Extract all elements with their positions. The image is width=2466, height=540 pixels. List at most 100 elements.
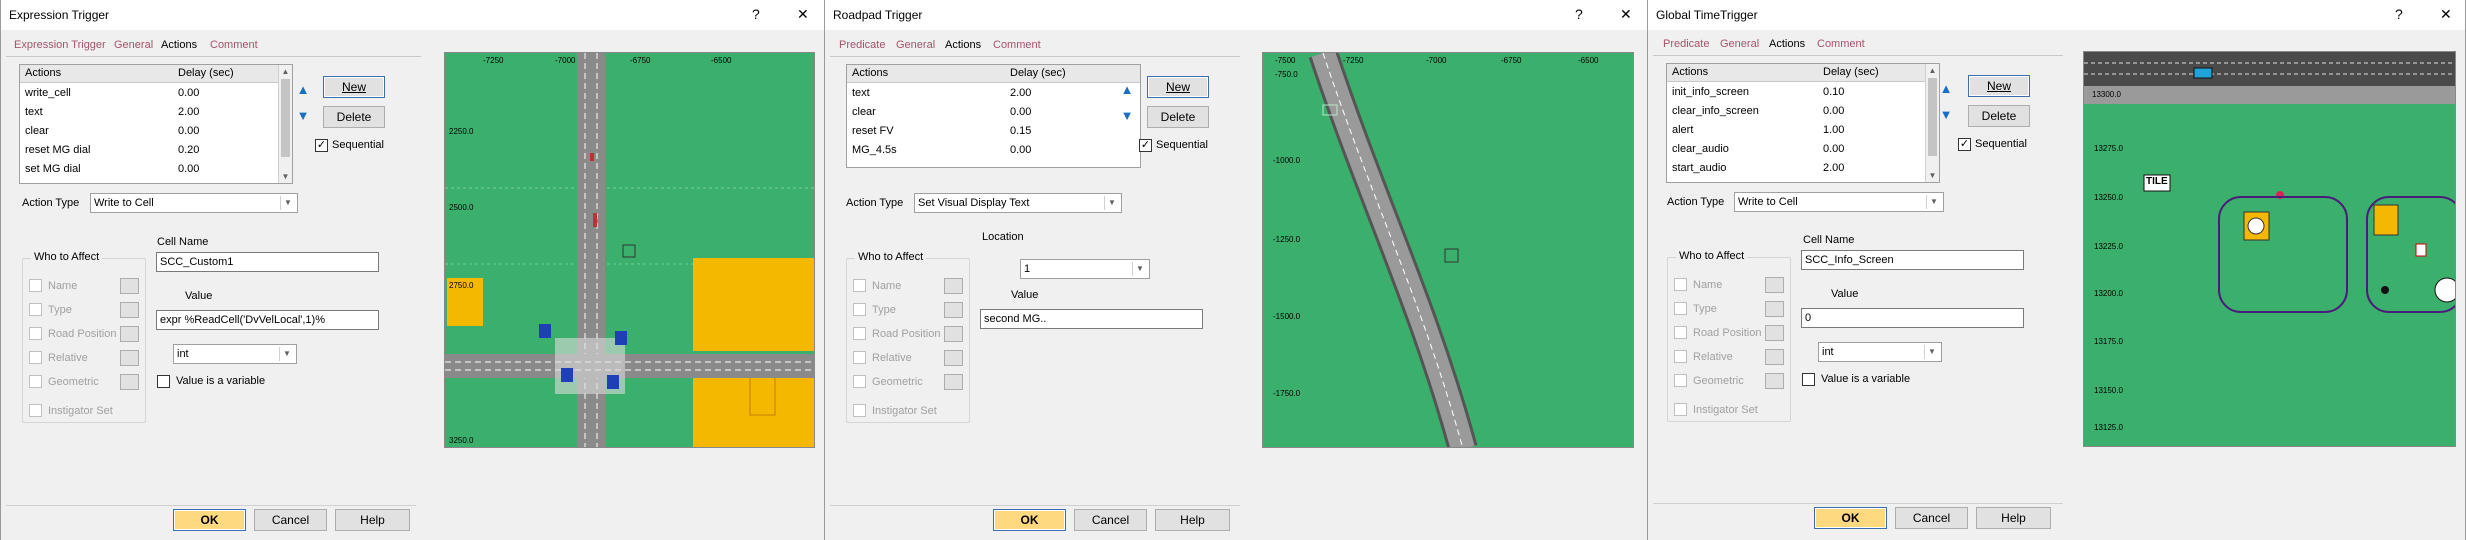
tab-actions[interactable]: Actions [161,39,197,51]
actions-grid[interactable]: Actions Delay (sec) write_cell 0.00 text 2… [19,64,293,184]
scroll-up-icon[interactable]: ▲ [1926,66,1939,75]
tab-actions[interactable]: Actions [945,39,981,51]
actions-grid[interactable]: Actions Delay (sec) text 2.00 clear 0.00 r… [846,64,1141,168]
move-down-arrow-icon[interactable]: ▼ [1117,106,1137,126]
new-button[interactable]: New [1968,75,2030,97]
action-type-select[interactable]: Write to Cell ▼ [1734,192,1944,212]
close-button[interactable]: ✕ [1620,6,1632,23]
tab-general[interactable]: General [1720,38,1759,50]
title-bar: Global TimeTrigger ? ✕ [1648,0,2465,30]
tab-comment[interactable]: Comment [210,39,258,51]
table-row[interactable]: text 2.00 [20,103,278,122]
chevron-down-icon[interactable]: ▼ [1104,196,1119,210]
close-button[interactable]: ✕ [2440,6,2452,23]
action-type-select[interactable]: Write to Cell ▼ [90,193,298,213]
vertical-scrollbar[interactable]: ▲ ▼ [278,65,292,183]
table-row[interactable]: clear_info_screen 0.00 [1667,102,1925,121]
location-select[interactable]: 1 ▼ [1020,259,1150,279]
sequential-checkbox[interactable]: ✓ [315,139,328,152]
help-title-button[interactable]: ? [752,6,760,22]
tab-predicate[interactable]: Predicate [839,39,885,51]
table-row[interactable]: clear 0.00 [847,103,1140,122]
table-row[interactable]: write_cell 0.00 [20,84,278,103]
table-row[interactable]: text 2.00 [847,84,1140,103]
move-up-arrow-icon[interactable]: ▲ [293,80,313,100]
chevron-down-icon[interactable]: ▼ [1924,345,1939,359]
tab-actions[interactable]: Actions [1769,38,1805,50]
scroll-thumb[interactable] [281,79,290,157]
scroll-down-icon[interactable]: ▼ [279,172,292,181]
actions-grid[interactable]: Actions Delay (sec) init_info_screen 0.10… [1666,63,1940,183]
table-row[interactable]: clear_audio 0.00 [1667,140,1925,159]
scroll-down-icon[interactable]: ▼ [1926,171,1939,180]
help-title-button[interactable]: ? [1575,6,1583,22]
close-button[interactable]: ✕ [797,6,809,23]
table-row[interactable]: init_info_screen 0.10 [1667,83,1925,102]
road-position-checkbox [29,327,42,340]
ok-button[interactable]: OK [173,509,246,531]
value-input[interactable]: 0 [1801,308,2024,328]
value-is-variable-checkbox[interactable] [1802,373,1815,386]
chevron-down-icon[interactable]: ▼ [1132,262,1147,276]
scene-map-view[interactable]: TILE 13300.0 13275.0 13250.0 13225.0 132… [2083,51,2456,447]
col-actions-header[interactable]: Actions [1672,66,1708,78]
cell-name-label: Cell Name [1803,234,1855,246]
chevron-down-icon[interactable]: ▼ [280,196,295,210]
ok-button[interactable]: OK [993,509,1066,531]
table-row[interactable]: reset FV 0.15 [847,122,1140,141]
help-button[interactable]: Help [335,509,410,531]
marker-dot [2381,286,2389,294]
move-down-arrow-icon[interactable]: ▼ [293,106,313,126]
tab-general[interactable]: General [896,39,935,51]
cell-name-input[interactable]: SCC_Info_Screen [1801,250,2024,270]
cancel-label: Cancel [271,513,310,527]
sequential-checkbox[interactable]: ✓ [1139,139,1152,152]
table-row[interactable]: set MG dial 0.00 [20,160,278,179]
new-button[interactable]: New [323,76,385,98]
col-delay-header[interactable]: Delay (sec) [1010,67,1066,79]
delete-button[interactable]: Delete [1968,105,2030,127]
tab-general[interactable]: General [114,39,153,51]
cancel-button[interactable]: Cancel [1895,507,1968,529]
road-map-view[interactable]: -7250 -7000 -6750 -6500 2250.0 2500.0 27… [444,52,815,448]
tab-comment[interactable]: Comment [993,39,1041,51]
value-is-variable-checkbox[interactable] [157,375,170,388]
table-row[interactable]: reset MG dial 0.20 [20,141,278,160]
sequential-checkbox[interactable]: ✓ [1958,138,1971,151]
col-actions-header[interactable]: Actions [852,67,888,79]
road-map-view[interactable]: -7500 -7250 -7000 -6750 -6500 -750.0 -10… [1262,52,1634,448]
col-delay-header[interactable]: Delay (sec) [1823,66,1879,78]
new-button[interactable]: New [1147,76,1209,98]
table-row[interactable]: start_audio 2.00 [1667,159,1925,178]
value-input[interactable]: second MG.. [980,309,1203,329]
cancel-button[interactable]: Cancel [1074,509,1147,531]
col-actions-header[interactable]: Actions [25,67,61,79]
tab-predicate[interactable]: Predicate [1663,38,1709,50]
value-type-select[interactable]: int ▼ [1818,342,1942,362]
delete-button[interactable]: Delete [323,106,385,128]
delete-button[interactable]: Delete [1147,106,1209,128]
value-type-select[interactable]: int ▼ [173,344,297,364]
cancel-button[interactable]: Cancel [254,509,327,531]
move-up-arrow-icon[interactable]: ▲ [1936,79,1956,99]
move-down-arrow-icon[interactable]: ▼ [1936,105,1956,125]
ok-button[interactable]: OK [1814,507,1887,529]
help-button[interactable]: Help [1976,507,2051,529]
move-up-arrow-icon[interactable]: ▲ [1117,80,1137,100]
help-title-button[interactable]: ? [2395,6,2403,22]
col-delay-header[interactable]: Delay (sec) [178,67,234,79]
scroll-up-icon[interactable]: ▲ [279,67,292,76]
chevron-down-icon[interactable]: ▼ [1926,195,1941,209]
road-position-checkbox [853,327,866,340]
cell-name-input[interactable]: SCC_Custom1 [156,252,379,272]
table-row[interactable]: clear 0.00 [20,122,278,141]
tab-comment[interactable]: Comment [1817,38,1865,50]
chevron-down-icon[interactable]: ▼ [279,347,294,361]
value-input[interactable]: expr %ReadCell('DvVelLocal',1)% [156,310,379,330]
table-row[interactable]: MG_4.5s 0.00 [847,141,1140,160]
help-button[interactable]: Help [1155,509,1230,531]
action-name: clear [852,106,876,118]
table-row[interactable]: alert 1.00 [1667,121,1925,140]
action-type-select[interactable]: Set Visual Display Text ▼ [914,193,1122,213]
tab-expression-trigger[interactable]: Expression Trigger [14,39,106,51]
